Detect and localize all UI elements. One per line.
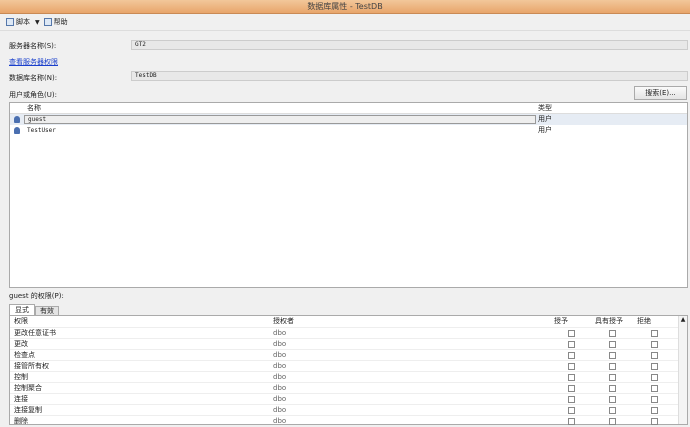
deny-checkbox[interactable] — [651, 396, 658, 403]
user-type: 用户 — [538, 126, 552, 134]
script-button[interactable]: 脚本 ▼ — [6, 17, 40, 27]
view-server-permissions-link[interactable]: 查看服务器权限 — [9, 57, 58, 67]
users-list: 名称 类型 guest 用户 TestUser 用户 — [9, 102, 688, 288]
script-icon — [6, 18, 14, 26]
with-grant-checkbox[interactable] — [609, 352, 616, 359]
with-grant-checkbox[interactable] — [609, 363, 616, 370]
column-header-with-grant[interactable]: 具有授予 — [595, 316, 623, 327]
window-title: 数据库属性 - TestDB — [0, 0, 690, 14]
deny-checkbox[interactable] — [651, 374, 658, 381]
permissions-label: guest 的权限(P): — [9, 292, 64, 300]
column-header-grantor[interactable]: 授权者 — [273, 316, 294, 327]
grant-checkbox[interactable] — [568, 374, 575, 381]
search-button[interactable]: 搜索(E)... — [634, 86, 687, 100]
grant-checkbox[interactable] — [568, 363, 575, 370]
users-label: 用户或角色(U): — [9, 91, 57, 99]
grant-checkbox[interactable] — [568, 330, 575, 337]
with-grant-checkbox[interactable] — [609, 330, 616, 337]
permission-row[interactable]: 接管所有权 dbo — [10, 360, 687, 371]
grant-checkbox[interactable] — [568, 352, 575, 359]
toolbar: 脚本 ▼ 帮助 — [0, 14, 690, 31]
with-grant-checkbox[interactable] — [609, 374, 616, 381]
deny-checkbox[interactable] — [651, 330, 658, 337]
column-header-type[interactable]: 类型 — [538, 103, 552, 114]
deny-checkbox[interactable] — [651, 407, 658, 414]
grant-checkbox[interactable] — [568, 407, 575, 414]
permission-row[interactable]: 删除 dbo — [10, 415, 687, 426]
column-header-grant[interactable]: 授予 — [554, 316, 568, 327]
user-type: 用户 — [538, 115, 552, 123]
user-icon — [14, 127, 20, 134]
permission-row[interactable]: 控制 dbo — [10, 371, 687, 382]
with-grant-checkbox[interactable] — [609, 385, 616, 392]
column-header-permission[interactable]: 权限 — [14, 316, 28, 327]
user-row[interactable]: TestUser 用户 — [10, 125, 687, 136]
server-name-label: 服务器名称(S): — [9, 42, 57, 50]
user-name: TestUser — [27, 127, 56, 134]
database-name-field: TestDB — [131, 71, 688, 81]
deny-checkbox[interactable] — [651, 363, 658, 370]
permission-row[interactable]: 控制聚合 dbo — [10, 382, 687, 393]
column-header-deny[interactable]: 拒绝 — [637, 316, 651, 327]
chevron-down-icon[interactable]: ▼ — [35, 19, 40, 26]
with-grant-checkbox[interactable] — [609, 341, 616, 348]
scroll-up-icon[interactable]: ▲ — [679, 316, 687, 323]
help-button[interactable]: 帮助 — [43, 17, 68, 27]
deny-checkbox[interactable] — [651, 385, 658, 392]
scrollbar[interactable]: ▲ — [678, 316, 687, 424]
permissions-grid: 权限 授权者 授予 具有授予 拒绝 更改任意证书 dbo 更改 dbo 检查点 … — [9, 315, 688, 425]
permission-row[interactable]: 检查点 dbo — [10, 349, 687, 360]
help-label: 帮助 — [53, 18, 68, 26]
grant-checkbox[interactable] — [568, 341, 575, 348]
permission-row[interactable]: 更改任意证书 dbo — [10, 327, 687, 338]
grant-checkbox[interactable] — [568, 385, 575, 392]
user-name: guest — [24, 115, 536, 124]
grant-checkbox[interactable] — [568, 396, 575, 403]
with-grant-checkbox[interactable] — [609, 396, 616, 403]
permission-row[interactable]: 连接复制 dbo — [10, 404, 687, 415]
database-name-label: 数据库名称(N): — [9, 74, 58, 82]
user-icon — [14, 116, 20, 123]
deny-checkbox[interactable] — [651, 341, 658, 348]
user-row[interactable]: guest 用户 — [10, 114, 687, 125]
script-label: 脚本 — [16, 18, 30, 26]
server-name-field: GT2 — [131, 40, 688, 50]
help-icon — [43, 18, 52, 26]
deny-checkbox[interactable] — [651, 352, 658, 359]
with-grant-checkbox[interactable] — [609, 407, 616, 414]
permission-row[interactable]: 更改 dbo — [10, 338, 687, 349]
column-header-name[interactable]: 名称 — [27, 103, 41, 114]
permission-row[interactable]: 连接 dbo — [10, 393, 687, 404]
